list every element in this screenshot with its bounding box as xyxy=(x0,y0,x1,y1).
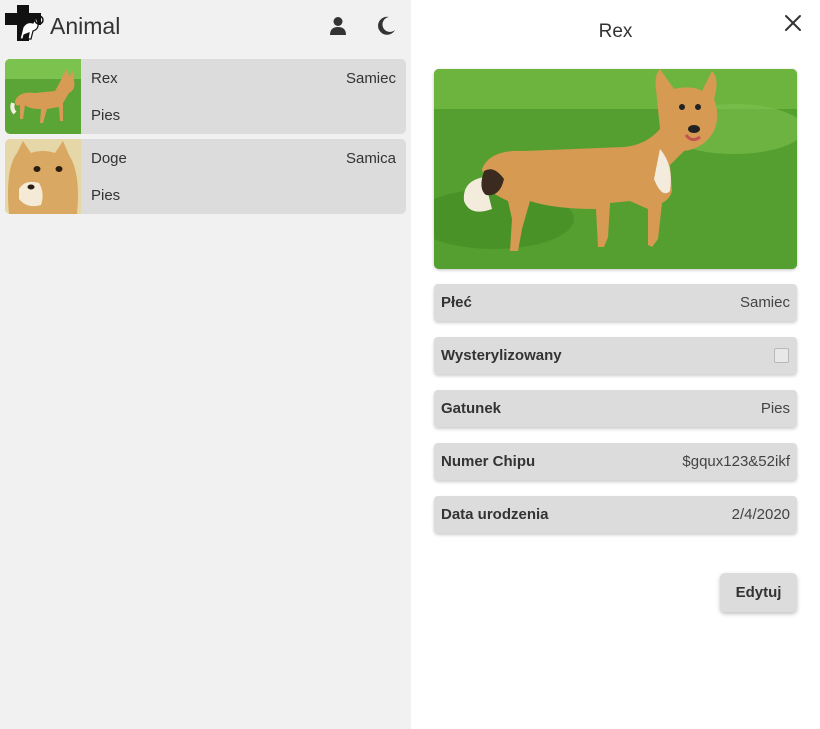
detail-title: Rex xyxy=(598,21,633,42)
field-species: Gatunek Pies xyxy=(434,390,797,427)
edit-button[interactable]: Edytuj xyxy=(720,573,797,612)
field-label: Gatunek xyxy=(441,400,502,417)
user-icon[interactable] xyxy=(326,14,350,38)
field-label: Data urodzenia xyxy=(441,506,549,523)
field-sex: Płeć Samiec xyxy=(434,284,797,321)
animal-list-panel: Animal Rex Samiec Pies Doge Samica Pies xyxy=(0,0,411,729)
animal-name: Rex xyxy=(91,70,118,87)
field-label: Płeć xyxy=(441,294,472,311)
field-label: Wysterylizowany xyxy=(441,347,562,364)
dog-photo xyxy=(5,59,81,134)
list-item[interactable]: Rex Samiec Pies xyxy=(5,59,406,134)
app-header: Animal xyxy=(0,0,411,56)
animal-species: Pies xyxy=(91,187,121,204)
field-birth-date: Data urodzenia 2/4/2020 xyxy=(434,496,797,533)
animal-photo xyxy=(434,69,797,269)
field-value: $gqux123&52ikf xyxy=(682,453,790,470)
field-sterilized: Wysterylizowany xyxy=(434,337,797,374)
animal-list: Rex Samiec Pies Doge Samica Pies xyxy=(5,59,406,219)
animal-name: Doge xyxy=(91,150,127,167)
animal-sex: Samiec xyxy=(345,70,396,87)
animal-detail-panel: Rex Płeć Samiec Wysterylizowany Gatunek … xyxy=(411,0,820,729)
app-logo-icon xyxy=(5,5,44,41)
field-label: Numer Chipu xyxy=(441,453,536,470)
list-item[interactable]: Doge Samica Pies xyxy=(5,139,406,214)
animal-species: Pies xyxy=(91,107,121,124)
app-title: Animal xyxy=(50,13,121,39)
field-value: Samiec xyxy=(739,294,790,311)
animal-sex: Samica xyxy=(345,150,396,167)
field-chip-number: Numer Chipu $gqux123&52ikf xyxy=(434,443,797,480)
moon-icon[interactable] xyxy=(374,14,398,38)
sterilized-checkbox[interactable] xyxy=(774,348,789,363)
close-icon[interactable] xyxy=(783,13,803,33)
field-value: Pies xyxy=(760,400,790,417)
shiba-photo xyxy=(5,139,81,214)
field-value: 2/4/2020 xyxy=(731,506,790,523)
